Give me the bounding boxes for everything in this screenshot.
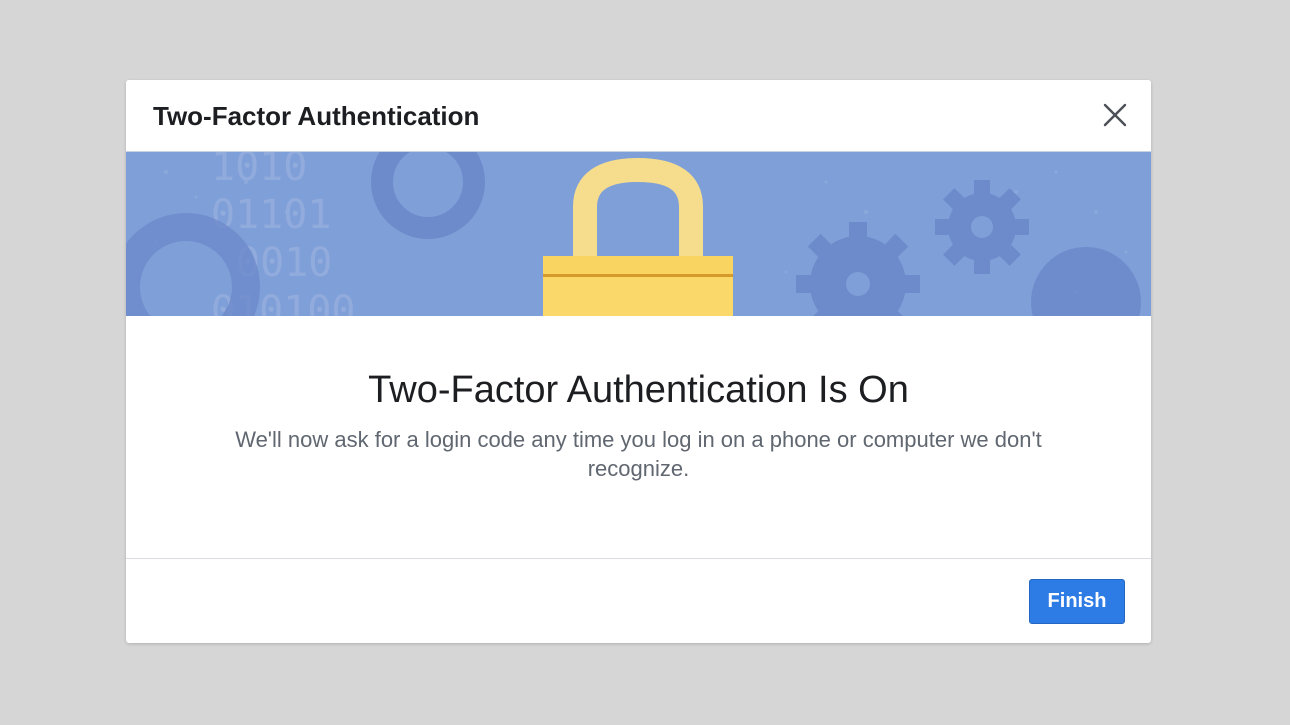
status-description: We'll now ask for a login code any time …: [235, 427, 1042, 481]
lock-icon: [543, 157, 733, 316]
close-button[interactable]: [1101, 101, 1129, 129]
finish-button[interactable]: Finish: [1029, 579, 1125, 624]
two-factor-dialog: Two-Factor Authentication 1010 01101 001…: [126, 80, 1151, 643]
ring-shape: [371, 152, 485, 239]
circle-shape-right: [1031, 247, 1141, 316]
dialog-header: Two-Factor Authentication: [126, 80, 1151, 151]
close-icon: [1103, 103, 1127, 127]
banner-illustration: 1010 01101 0010 010100: [126, 152, 1141, 316]
status-headline: Two-Factor Authentication Is On: [368, 369, 909, 411]
footer-divider: [126, 558, 1151, 559]
binary-line-1: 1010: [211, 152, 307, 190]
dialog-title: Two-Factor Authentication: [153, 101, 480, 131]
dialog-body: Two-Factor Authentication Is On We'll no…: [126, 315, 1151, 558]
gear-icon-small: [935, 180, 1029, 274]
gear-icon: [796, 222, 920, 316]
security-banner: 1010 01101 0010 010100: [126, 151, 1151, 316]
